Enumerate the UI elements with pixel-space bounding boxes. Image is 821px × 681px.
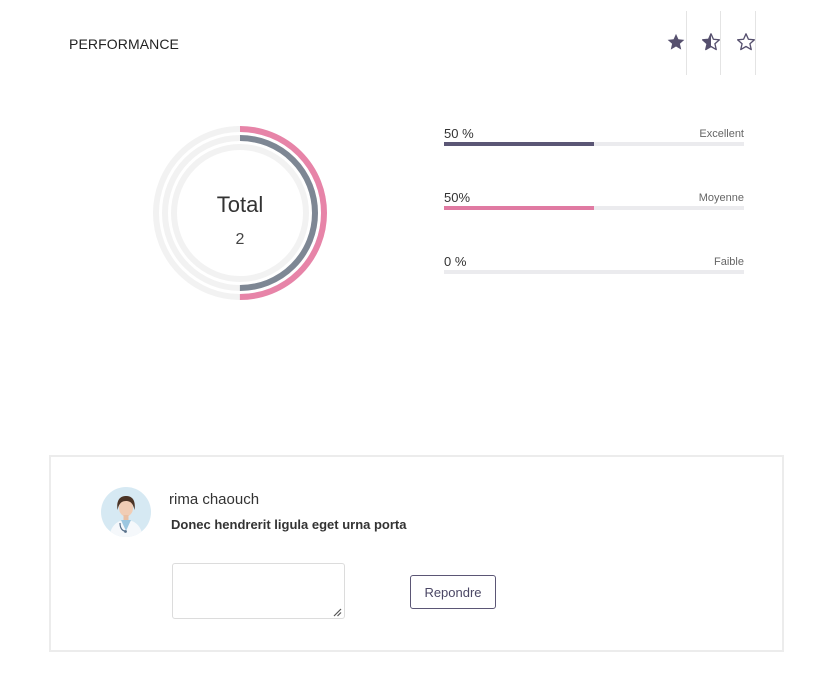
stat-faible: 0 % Faible [444, 254, 744, 276]
donut-total-value: 2 [235, 231, 245, 248]
stat-percent: 50 % [444, 126, 474, 141]
page-title: PERFORMANCE [69, 36, 179, 52]
reply-button[interactable]: Repondre [410, 575, 496, 609]
stat-label: Excellent [699, 128, 744, 140]
stat-moyenne: 50% Moyenne [444, 190, 744, 212]
avatar [101, 487, 151, 537]
comment-text: Donec hendrerit ligula eget urna porta [171, 517, 407, 532]
tab-star-empty[interactable] [734, 11, 756, 75]
comment-author: rima chaouch [169, 491, 260, 508]
doctor-avatar-icon [101, 487, 151, 537]
progress-fill [444, 142, 594, 146]
tab-star-half[interactable] [699, 11, 721, 75]
reply-textarea[interactable] [172, 563, 345, 619]
star-half-icon [702, 33, 720, 51]
star-full-icon [667, 33, 685, 50]
stat-label: Moyenne [698, 192, 744, 204]
stat-percent: 0 % [444, 254, 467, 269]
progress-fill [444, 206, 594, 210]
stat-percent: 50% [444, 190, 471, 205]
progress-track [444, 142, 744, 146]
donut-total-label: Total [216, 192, 264, 217]
resize-handle-icon[interactable] [332, 607, 342, 617]
star-empty-icon [737, 33, 755, 51]
progress-track [444, 270, 744, 274]
stat-label: Faible [714, 256, 744, 268]
tab-star-full[interactable] [664, 11, 687, 75]
comment-card: rima chaouch Donec hendrerit ligula eget… [49, 455, 784, 652]
progress-track [444, 206, 744, 210]
stat-excellent: 50 % Excellent [444, 126, 744, 148]
